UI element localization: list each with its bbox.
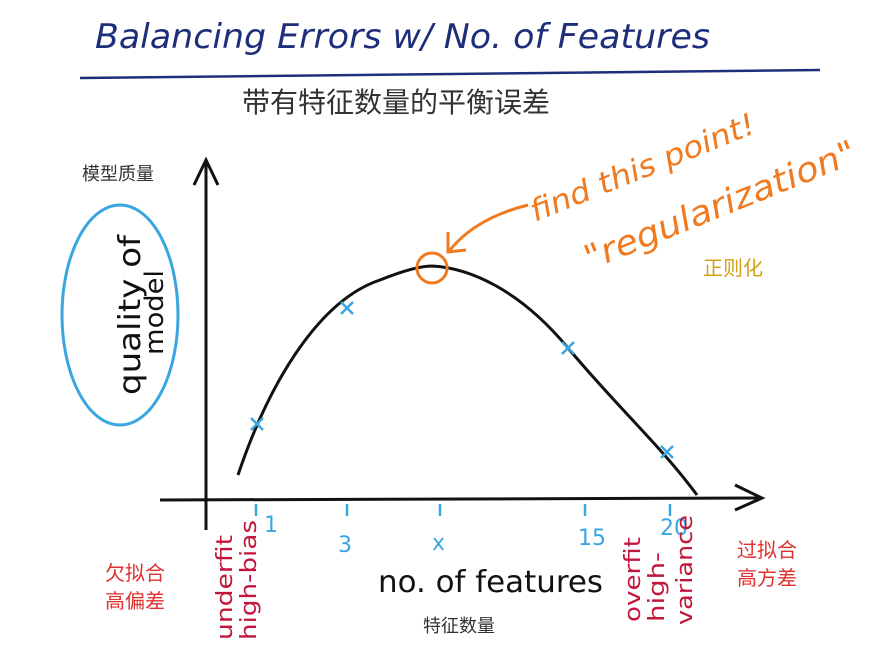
underfit-hand-line2: high-bias [237,520,262,640]
optimum-arrow [448,203,529,251]
title-chinese: 带有特征数量的平衡误差 [242,86,550,119]
x-tick-label-3: 3 [338,533,352,558]
overfit-chinese-line2: 高方差 [737,566,797,590]
x-label-chinese: 特征数量 [423,616,495,637]
x-ticks [254,504,672,516]
quality-curve [236,264,699,496]
overfit-hand-line3: variance [673,515,698,625]
overfit-hand-line1: overfit [621,537,646,622]
x-axis [159,496,763,502]
curve-markers [250,301,674,459]
curve-marker-2 [340,301,354,315]
underfit-chinese-line1: 欠拟合 [105,561,165,585]
title-underline [79,68,821,80]
overfit-hand-line2: high- [645,552,670,622]
underfit-hand-line1: underfit [213,535,238,640]
underfit-chinese-line2: 高偏差 [105,589,165,613]
regularization-chinese: 正则化 [703,256,763,280]
y-label-chinese: 模型质量 [82,164,154,185]
x-tick-label-15: 15 [578,526,606,551]
title-handwritten: Balancing Errors w/ No. of Features [95,17,710,57]
x-tick-label-1: 1 [264,513,278,538]
diagram-canvas: Balancing Errors w/ No. of Features 带有特征… [60,17,862,640]
x-label-hand: no. of features [378,565,603,600]
x-tick-label-x: x [432,531,445,556]
curve-marker-3 [561,341,575,355]
y-label-hand-line2: model [140,270,170,355]
overfit-chinese-line1: 过拟合 [737,538,797,562]
